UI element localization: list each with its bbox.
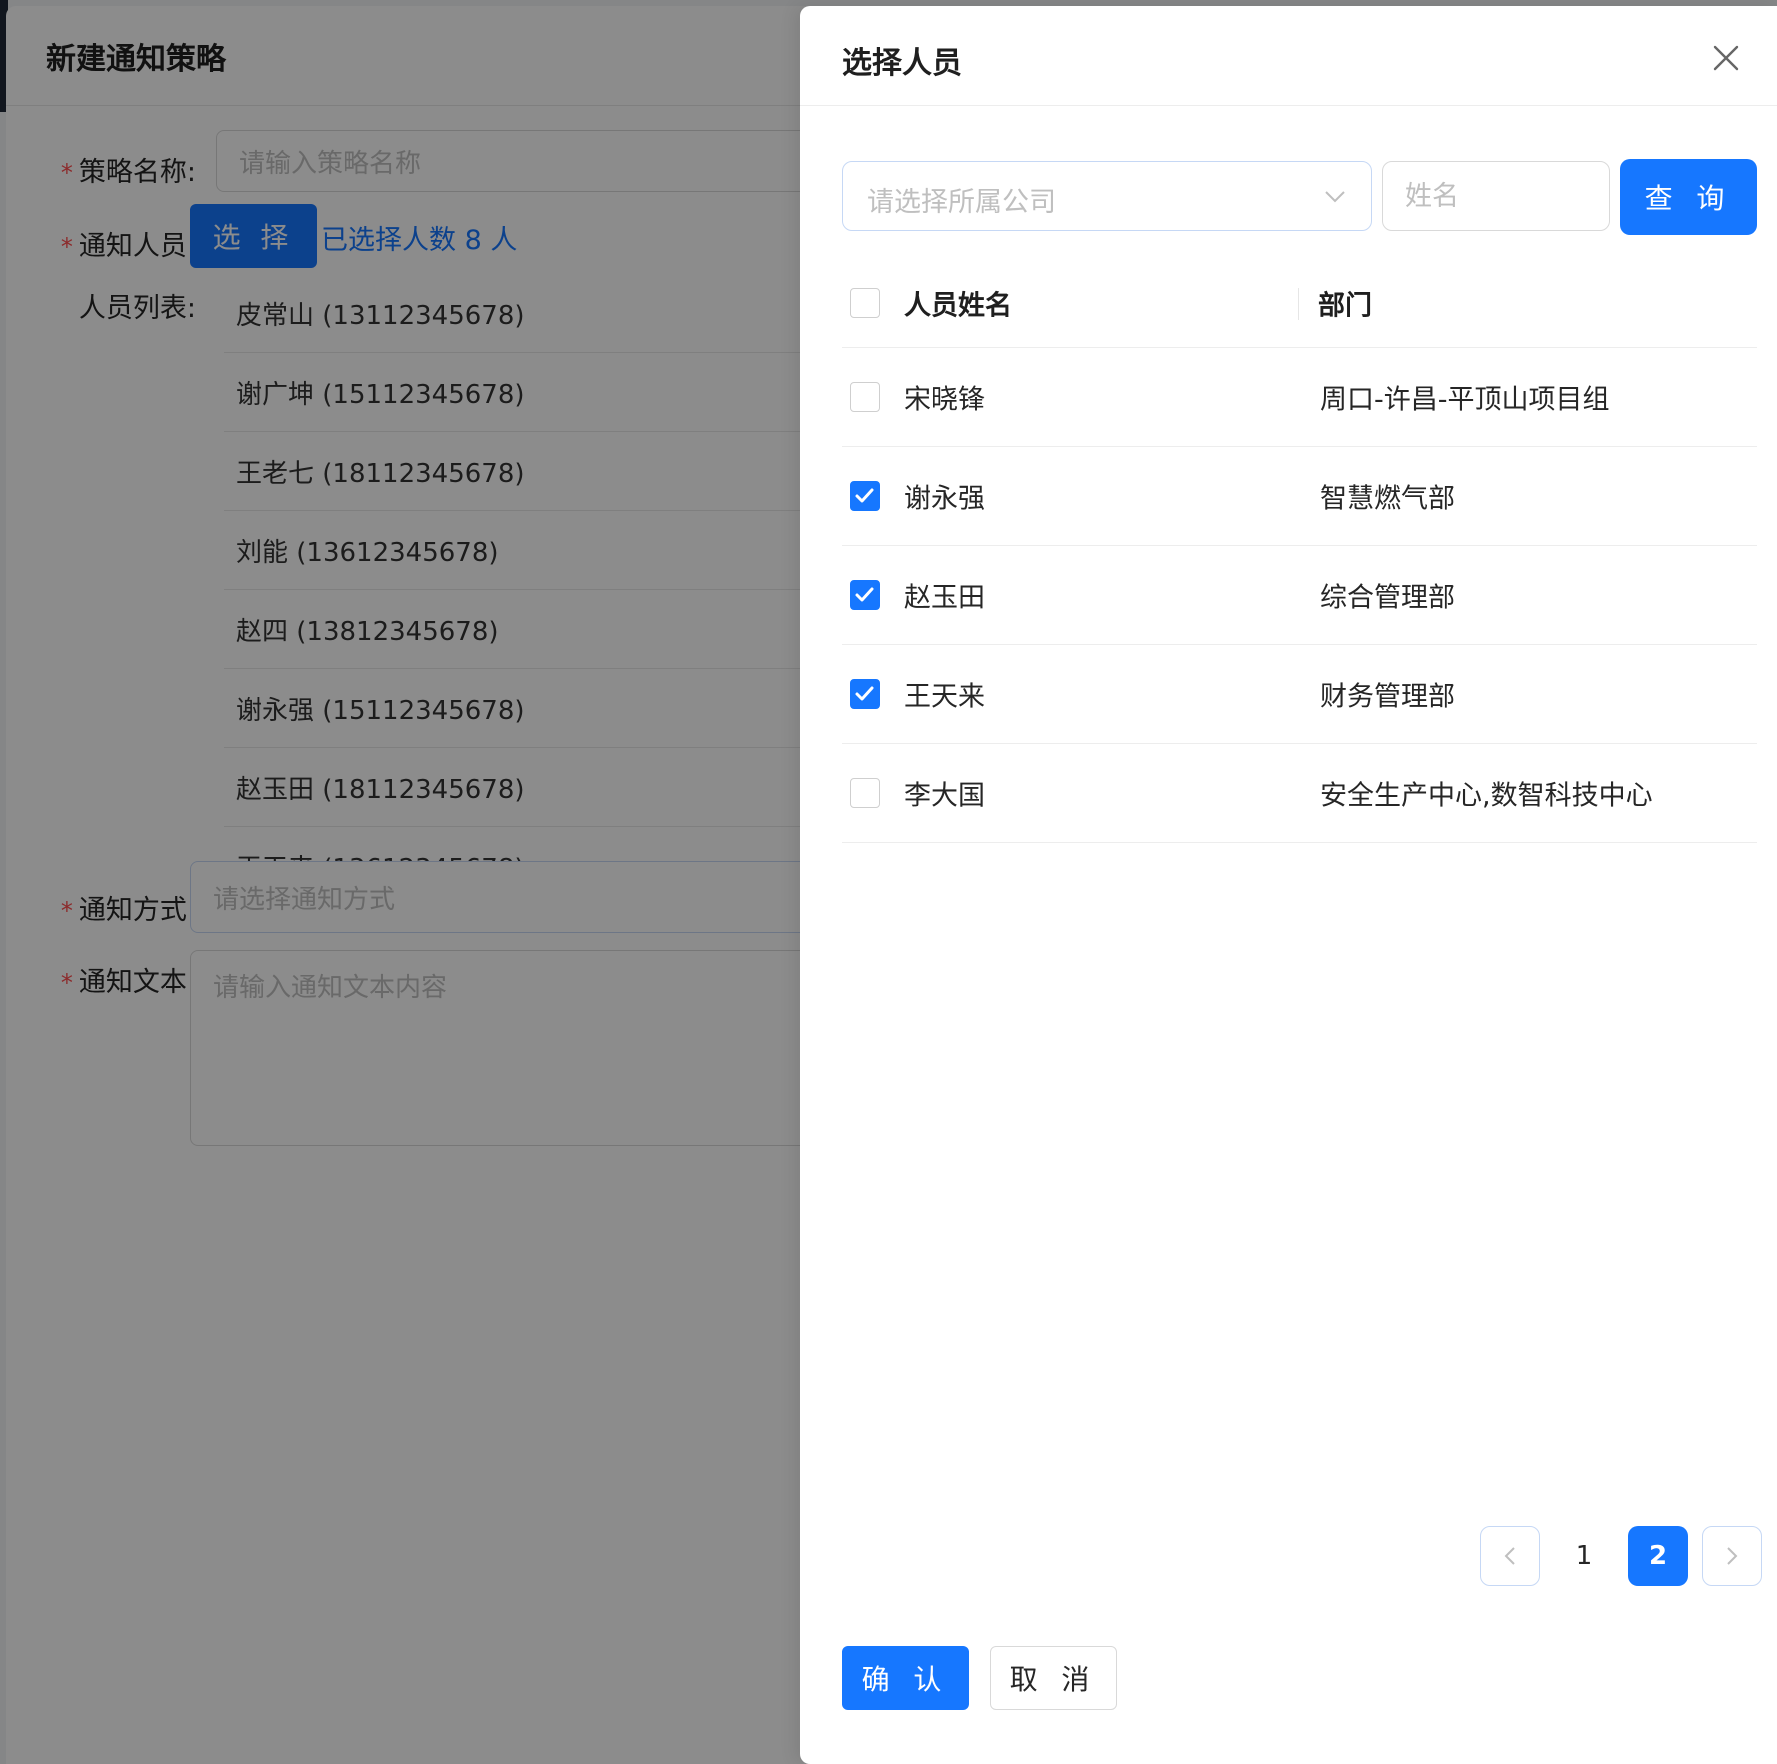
row-department: 安全生产中心,数智科技中心 xyxy=(1320,780,1653,812)
company-select-placeholder: 请选择所属公司 xyxy=(867,187,1056,218)
chevron-right-icon xyxy=(1727,1547,1738,1565)
select-all-checkbox[interactable] xyxy=(850,287,880,318)
row-name: 谢永强 xyxy=(904,483,985,515)
page-2-button[interactable]: 2 xyxy=(1628,1526,1688,1586)
confirm-button[interactable]: 确 认 xyxy=(842,1646,969,1710)
row-checkbox[interactable] xyxy=(850,679,880,709)
row-department: 周口-许昌-平顶山项目组 xyxy=(1320,384,1610,416)
row-name: 王天来 xyxy=(904,681,985,713)
checkbox-box xyxy=(850,287,880,318)
row-name: 李大国 xyxy=(904,780,985,812)
chevron-left-icon xyxy=(1504,1547,1515,1565)
table-row[interactable]: 宋晓锋 周口-许昌-平顶山项目组 xyxy=(842,348,1757,447)
check-icon xyxy=(855,488,874,503)
checkbox-box xyxy=(850,580,880,610)
column-divider xyxy=(1298,288,1299,320)
row-name: 宋晓锋 xyxy=(904,384,985,416)
row-checkbox[interactable] xyxy=(850,481,880,511)
checkbox-box xyxy=(850,382,880,412)
next-page-button[interactable] xyxy=(1702,1526,1762,1586)
company-select[interactable]: 请选择所属公司 xyxy=(842,161,1372,231)
page-1-button[interactable]: 1 xyxy=(1554,1526,1614,1586)
row-name: 赵玉田 xyxy=(904,582,985,614)
column-header-department: 部门 xyxy=(1318,290,1372,321)
query-button[interactable]: 查 询 xyxy=(1620,159,1757,235)
chevron-down-icon xyxy=(1325,191,1345,203)
check-icon xyxy=(855,686,874,701)
checkbox-box xyxy=(850,778,880,808)
table-header: 人员姓名 部门 xyxy=(842,258,1757,348)
checkbox-box xyxy=(850,481,880,511)
drawer-header: 选择人员 xyxy=(800,6,1777,106)
row-department: 综合管理部 xyxy=(1320,582,1455,614)
close-icon[interactable] xyxy=(1710,42,1742,74)
name-search-input[interactable] xyxy=(1382,161,1610,231)
cancel-button[interactable]: 取 消 xyxy=(990,1646,1117,1710)
checkbox-box xyxy=(850,679,880,709)
prev-page-button[interactable] xyxy=(1480,1526,1540,1586)
table-row[interactable]: 赵玉田 综合管理部 xyxy=(842,546,1757,645)
table-row[interactable]: 谢永强 智慧燃气部 xyxy=(842,447,1757,546)
row-department: 财务管理部 xyxy=(1320,681,1455,713)
select-people-drawer: 选择人员 请选择所属公司 查 询 人员姓名 部门 宋晓锋 周口-许昌-平顶山项目… xyxy=(800,6,1777,1764)
table-row[interactable]: 李大国 安全生产中心,数智科技中心 xyxy=(842,744,1757,843)
column-header-name: 人员姓名 xyxy=(904,290,1012,321)
drawer-title: 选择人员 xyxy=(842,46,962,81)
row-checkbox[interactable] xyxy=(850,778,880,808)
check-icon xyxy=(855,587,874,602)
row-checkbox[interactable] xyxy=(850,580,880,610)
table-row[interactable]: 王天来 财务管理部 xyxy=(842,645,1757,744)
people-table: 人员姓名 部门 宋晓锋 周口-许昌-平顶山项目组 谢永强 智慧燃气部 赵玉田 综… xyxy=(842,258,1757,843)
row-checkbox[interactable] xyxy=(850,382,880,412)
row-department: 智慧燃气部 xyxy=(1320,483,1455,515)
